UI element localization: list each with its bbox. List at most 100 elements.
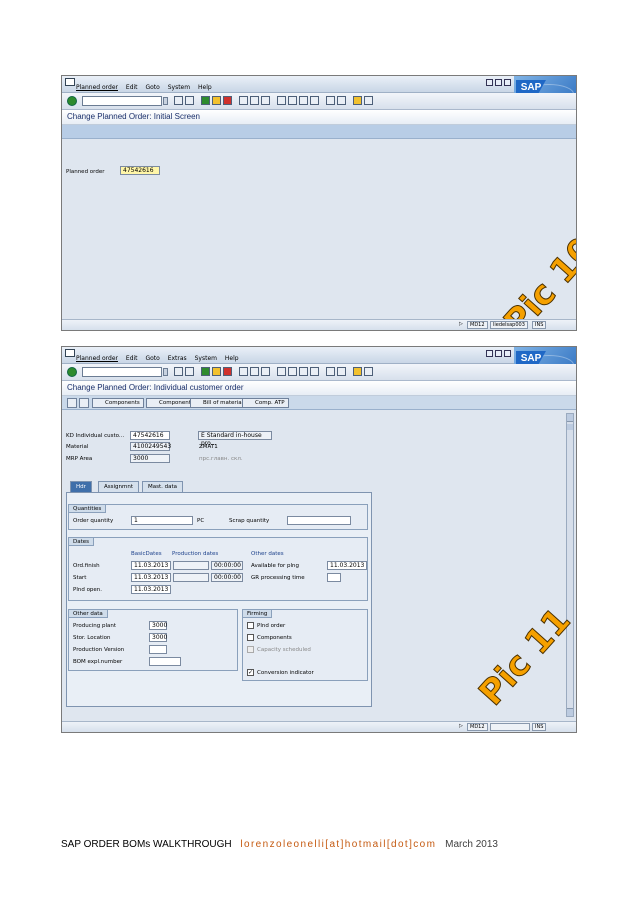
menu-help[interactable]: Help	[198, 84, 212, 91]
planned-order-input[interactable]: 47542616	[120, 166, 160, 175]
back-arrow-icon[interactable]	[174, 96, 183, 105]
command-dropdown-icon[interactable]	[163, 97, 168, 105]
menu-planned-order[interactable]: Planned order	[76, 84, 118, 91]
vertical-scrollbar[interactable]	[566, 413, 574, 717]
previous-page-icon[interactable]	[288, 367, 297, 376]
next-page-icon[interactable]	[299, 96, 308, 105]
find-next-icon[interactable]	[261, 96, 270, 105]
ord-finish-time[interactable]: 00:00:00	[211, 561, 243, 570]
material-label: Material	[66, 444, 89, 450]
producing-plant-input[interactable]: 3000	[149, 621, 167, 630]
enter-icon[interactable]	[67, 367, 77, 377]
system-menu-icon[interactable]	[65, 78, 75, 86]
available-for-plng-date[interactable]: 11.03.2013	[327, 561, 367, 570]
maximize-icon[interactable]	[495, 79, 502, 86]
exit-icon[interactable]	[212, 367, 221, 376]
first-page-icon[interactable]	[277, 96, 286, 105]
command-field[interactable]	[82, 367, 162, 377]
start-date[interactable]: 11.03.2013	[131, 573, 171, 582]
system-menu-icon[interactable]	[65, 349, 75, 357]
gr-processing-time-input[interactable]	[327, 573, 341, 582]
back-icon[interactable]	[201, 96, 210, 105]
menu-system[interactable]: System	[168, 84, 190, 91]
bom-expl-number-input[interactable]	[149, 657, 181, 666]
menu-system[interactable]: System	[195, 355, 217, 362]
gr-processing-time-label: GR processing time	[251, 575, 305, 581]
conversion-indicator-checkbox[interactable]: ✓	[247, 669, 254, 676]
menu-edit[interactable]: Edit	[126, 355, 138, 362]
shortcut-icon[interactable]	[337, 367, 346, 376]
minimize-icon[interactable]	[486, 79, 493, 86]
order-quantity-input[interactable]: 1	[131, 516, 193, 525]
order-quantity-label: Order quantity	[73, 518, 114, 524]
menu-extras[interactable]: Extras	[168, 355, 187, 362]
menu-help[interactable]: Help	[225, 355, 239, 362]
enter-icon[interactable]	[67, 96, 77, 106]
print-icon[interactable]	[239, 96, 248, 105]
material-field[interactable]: 4100249543	[130, 442, 171, 451]
tab-strip: Hdr Assignmnt Mast. data	[66, 481, 376, 492]
layout-icon[interactable]	[364, 367, 373, 376]
menu-planned-order[interactable]: Planned order	[76, 355, 118, 362]
find-icon[interactable]	[250, 367, 259, 376]
find-icon[interactable]	[250, 96, 259, 105]
menu-goto[interactable]: Goto	[145, 84, 159, 91]
cancel-icon[interactable]	[223, 96, 232, 105]
scroll-down-icon[interactable]	[567, 708, 573, 716]
bill-of-material-button[interactable]: Bill of material	[190, 398, 248, 408]
delete-icon[interactable]	[67, 398, 77, 408]
maximize-icon[interactable]	[495, 350, 502, 357]
scrap-quantity-input[interactable]	[287, 516, 351, 525]
status-arrow-icon[interactable]: ▷	[457, 321, 465, 329]
kd-order-field[interactable]: 47542616	[130, 431, 170, 440]
menu-goto[interactable]: Goto	[145, 355, 159, 362]
convert-icon[interactable]	[79, 398, 89, 408]
help-icon[interactable]	[353, 367, 362, 376]
start-time[interactable]: 00:00:00	[211, 573, 243, 582]
shortcut-icon[interactable]	[337, 96, 346, 105]
ord-finish-date[interactable]: 11.03.2013	[131, 561, 171, 570]
back-arrow-icon[interactable]	[174, 367, 183, 376]
tab-assignment[interactable]: Assignmnt	[98, 481, 139, 492]
help-icon[interactable]	[353, 96, 362, 105]
components-checkbox[interactable]	[247, 634, 254, 641]
footer-title: SAP ORDER BOMs WALKTHROUGH	[61, 839, 232, 850]
next-page-icon[interactable]	[299, 367, 308, 376]
plnd-order-checkbox[interactable]	[247, 622, 254, 629]
save-icon[interactable]	[185, 367, 194, 376]
layout-icon[interactable]	[364, 96, 373, 105]
production-version-input[interactable]	[149, 645, 167, 654]
tab-hdr[interactable]: Hdr	[70, 481, 92, 492]
plnd-open-date[interactable]: 11.03.2013	[131, 585, 171, 594]
save-icon[interactable]	[185, 96, 194, 105]
minimize-icon[interactable]	[486, 350, 493, 357]
mrp-area-field[interactable]: 3000	[130, 454, 170, 463]
procurement-field[interactable]: E Standard in-house pro...	[198, 431, 272, 447]
last-page-icon[interactable]	[310, 367, 319, 376]
scroll-up-page-icon[interactable]	[567, 424, 573, 430]
previous-page-icon[interactable]	[288, 96, 297, 105]
close-icon[interactable]	[504, 350, 511, 357]
ord-finish-prod-date[interactable]	[173, 561, 209, 570]
back-icon[interactable]	[201, 367, 210, 376]
components-button[interactable]: Components	[92, 398, 144, 408]
storage-location-input[interactable]: 3000	[149, 633, 167, 642]
exit-icon[interactable]	[212, 96, 221, 105]
command-field[interactable]	[82, 96, 162, 106]
find-next-icon[interactable]	[261, 367, 270, 376]
application-toolbar	[62, 125, 576, 139]
command-dropdown-icon[interactable]	[163, 368, 168, 376]
print-icon[interactable]	[239, 367, 248, 376]
start-prod-date[interactable]	[173, 573, 209, 582]
close-icon[interactable]	[504, 79, 511, 86]
status-arrow-icon[interactable]: ▷	[457, 723, 465, 731]
cancel-icon[interactable]	[223, 367, 232, 376]
new-session-icon[interactable]	[326, 96, 335, 105]
new-session-icon[interactable]	[326, 367, 335, 376]
comp-atp-button[interactable]: Comp. ATP	[242, 398, 289, 408]
last-page-icon[interactable]	[310, 96, 319, 105]
scroll-up-icon[interactable]	[567, 414, 573, 422]
tab-master-data[interactable]: Mast. data	[142, 481, 184, 492]
menu-edit[interactable]: Edit	[126, 84, 138, 91]
first-page-icon[interactable]	[277, 367, 286, 376]
